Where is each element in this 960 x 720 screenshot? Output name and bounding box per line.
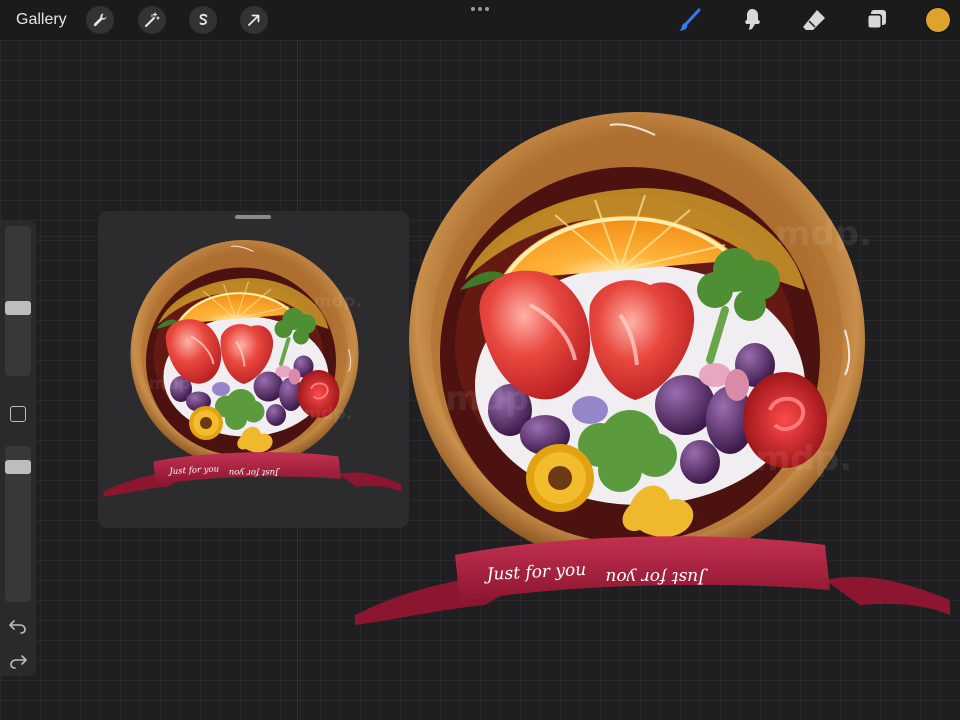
top-toolbar: Gallery	[0, 0, 960, 40]
svg-text:mdp.: mdp.	[775, 214, 872, 254]
tart-artwork-image: mdp. mdp. mdp. Just for you Just for you	[355, 112, 950, 625]
arrow-transform-icon	[248, 14, 260, 26]
selection-button[interactable]	[189, 6, 217, 34]
more-options-icon[interactable]	[470, 4, 490, 14]
color-picker-button[interactable]	[926, 8, 950, 32]
adjustments-button[interactable]	[138, 6, 166, 34]
redo-icon[interactable]	[8, 652, 28, 670]
brush-tool-button[interactable]	[677, 7, 703, 33]
svg-text:mdp.: mdp.	[445, 379, 542, 419]
svg-text:mdp.: mdp.	[755, 439, 852, 479]
selection-s-icon	[199, 13, 208, 25]
eraser-icon	[803, 10, 825, 30]
canvas-artwork[interactable]: mdp. mdp. mdp. Just for you Just for you	[355, 110, 955, 650]
eraser-tool-button[interactable]	[801, 7, 827, 33]
layers-icon	[867, 10, 886, 29]
left-sidebar	[0, 220, 36, 676]
wrench-icon	[93, 13, 107, 27]
smudge-tool-button[interactable]	[739, 7, 765, 33]
magic-wand-icon	[145, 12, 160, 27]
reference-window-grabber[interactable]	[235, 215, 271, 219]
brush-size-thumb[interactable]	[5, 300, 31, 315]
undo-icon[interactable]	[8, 617, 28, 635]
brush-icon	[679, 8, 701, 31]
svg-text:Just for you: Just for you	[605, 567, 708, 587]
layers-button[interactable]	[863, 7, 889, 33]
smudge-icon	[745, 9, 760, 30]
actions-button[interactable]	[86, 6, 114, 34]
modify-button[interactable]	[10, 406, 26, 422]
gallery-button[interactable]: Gallery	[16, 11, 67, 29]
transform-button[interactable]	[240, 6, 268, 34]
brush-opacity-thumb[interactable]	[5, 460, 31, 475]
